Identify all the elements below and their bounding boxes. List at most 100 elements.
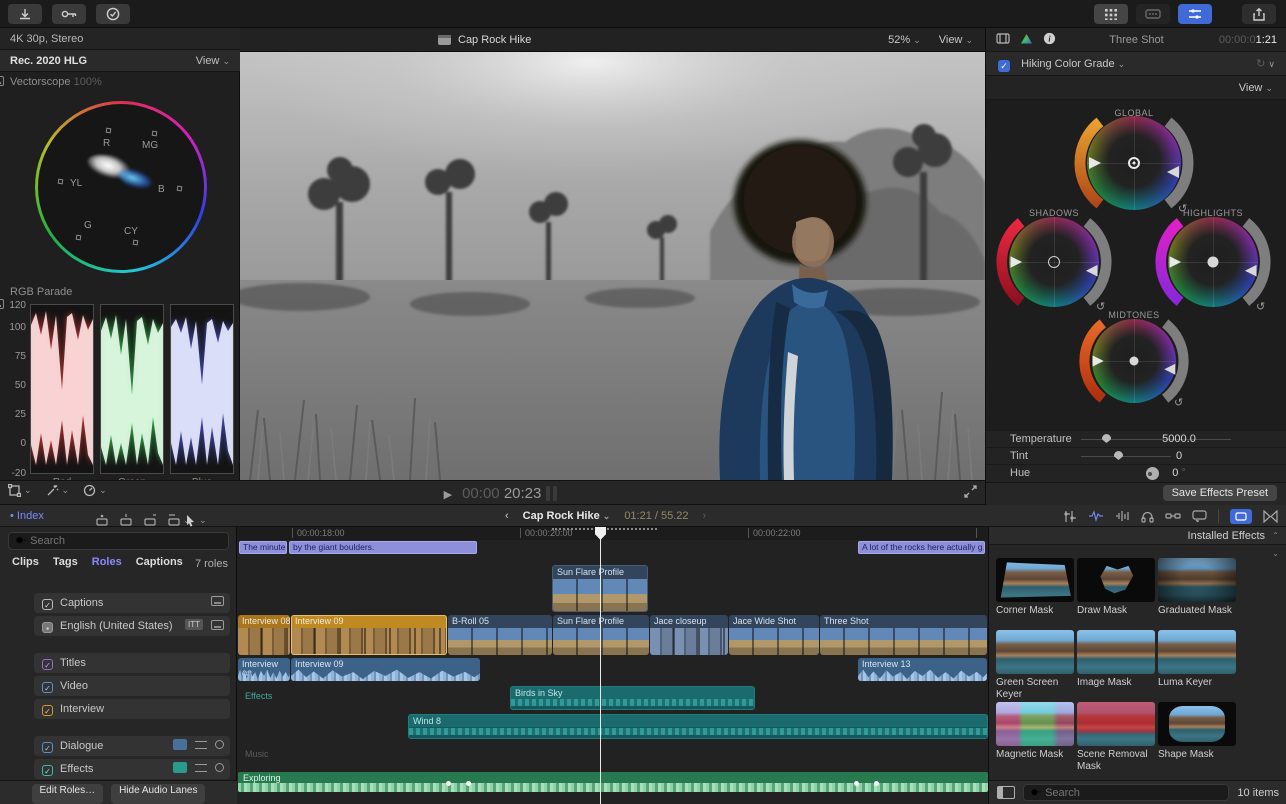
role-row-titles[interactable]: ✓Titles	[34, 653, 230, 673]
keywords-button[interactable]	[52, 4, 86, 24]
caption-clip[interactable]: The minute…	[239, 541, 287, 554]
effects-browser-header[interactable]: Installed Effects⌃⌄	[989, 527, 1286, 545]
midtones-reset-icon[interactable]: ↺	[1174, 396, 1183, 409]
tint-slider-thumb[interactable]	[1114, 451, 1123, 460]
global-color-wheel[interactable]	[1087, 116, 1181, 210]
effects-menu[interactable]: ⌄	[46, 484, 70, 497]
role-row-interview[interactable]: ✓Interview	[34, 699, 230, 719]
shadows-wheel-puck[interactable]	[1048, 256, 1060, 268]
timeline-clip[interactable]: Jace Wide Shot	[729, 615, 819, 655]
audio-meters[interactable]	[546, 486, 557, 501]
solo-waveform-icon[interactable]	[1115, 510, 1130, 522]
transform-menu[interactable]: ⌄	[8, 484, 32, 497]
snapping-icon[interactable]	[1165, 510, 1181, 522]
effect-item[interactable]: Green Screen Keyer	[996, 630, 1078, 701]
headphones-icon[interactable]	[1141, 510, 1154, 523]
video-checkbox[interactable]: ✓	[42, 682, 53, 693]
index-search-field[interactable]	[8, 532, 229, 550]
video-inspector-icon[interactable]	[996, 33, 1010, 44]
list-icon[interactable]	[195, 741, 207, 749]
list-icon[interactable]	[195, 764, 207, 772]
monitor-icon[interactable]	[211, 620, 224, 630]
hide-audio-lanes-button[interactable]: Hide Audio Lanes	[111, 784, 205, 804]
playhead[interactable]	[600, 527, 601, 804]
effects-checkbox[interactable]: ✓	[42, 765, 53, 776]
index-toggle-button[interactable]: • Index	[10, 505, 44, 527]
effect-item[interactable]: Draw Mask	[1077, 558, 1159, 617]
timeline-project-menu[interactable]: Cap Rock Hike ⌄	[523, 505, 611, 527]
scopes-view-menu[interactable]: View ⌄	[196, 50, 230, 72]
video-frame[interactable]	[240, 52, 985, 480]
interview-checkbox[interactable]: ✓	[42, 705, 53, 716]
role-row-dialogue[interactable]: ✓Dialogue	[34, 736, 230, 756]
dialogue-checkbox[interactable]: ✓	[42, 742, 53, 753]
transitions-browser-button[interactable]	[1263, 510, 1278, 523]
role-row-captions[interactable]: ✓Captions	[34, 593, 230, 613]
role-row-english[interactable]: ▪English (United States) ITT	[34, 616, 230, 636]
inspector-button[interactable]	[1178, 4, 1212, 24]
timeline-clip[interactable]: Sun Flare Profile	[553, 615, 649, 655]
previous-project-button[interactable]: ‹	[505, 505, 509, 527]
background-tasks-button[interactable]	[96, 4, 130, 24]
import-button[interactable]	[8, 4, 42, 24]
inspector-view-menu[interactable]: View ⌄	[1239, 76, 1273, 100]
role-row-video[interactable]: ✓Video	[34, 676, 230, 696]
tab-roles[interactable]: Roles	[92, 556, 122, 568]
color-inspector-icon[interactable]	[1020, 33, 1033, 45]
viewer-zoom-menu[interactable]: 52% ⌄	[888, 28, 921, 52]
shadows-color-wheel[interactable]	[1009, 217, 1099, 307]
info-icon[interactable]: i	[1043, 32, 1056, 45]
global-wheel-puck[interactable]	[1128, 157, 1140, 169]
audio-clip[interactable]: Interview 08	[238, 658, 290, 681]
focus-icon[interactable]	[215, 740, 224, 749]
caption-clip[interactable]: A lot of the rocks here actually g…	[858, 541, 985, 554]
tab-captions[interactable]: Captions	[136, 556, 183, 568]
effect-item[interactable]: Scene Removal Mask	[1077, 702, 1159, 773]
music-clip[interactable]: Exploring	[238, 772, 988, 792]
captions-checkbox[interactable]: ✓	[42, 599, 53, 610]
sidebar-toggle-icon[interactable]	[997, 786, 1015, 799]
next-project-button[interactable]: ›	[703, 505, 707, 527]
effect-audio-clip[interactable]: Wind 8	[408, 714, 988, 739]
role-row-effects[interactable]: ✓Effects	[34, 759, 230, 779]
scope-display-icon[interactable]	[0, 76, 4, 86]
index-search-input[interactable]	[30, 535, 222, 547]
tab-clips[interactable]: Clips	[12, 556, 39, 568]
effect-name-menu[interactable]: Hiking Color Grade ⌄	[1021, 58, 1125, 70]
keyframe-dot[interactable]	[466, 781, 471, 786]
temperature-value[interactable]: 5000.0	[1149, 431, 1209, 448]
effect-reset-icon[interactable]: ↻ ∨	[1256, 52, 1275, 76]
effect-item[interactable]: Graduated Mask	[1158, 558, 1240, 617]
timeline-clip-selected[interactable]: Interview 09	[291, 615, 447, 655]
audio-lanes-icon[interactable]	[173, 762, 187, 773]
audio-clip[interactable]: Interview 13	[858, 658, 987, 681]
hue-value[interactable]: 0 °	[1149, 465, 1209, 482]
effects-browser-button[interactable]	[1230, 509, 1252, 524]
keyframe-dot[interactable]	[854, 781, 859, 786]
highlights-color-wheel[interactable]	[1168, 217, 1258, 307]
save-effects-preset-button[interactable]: Save Effects Preset	[1163, 485, 1277, 501]
highlights-reset-icon[interactable]: ↺	[1256, 300, 1265, 313]
midtones-color-wheel[interactable]	[1092, 319, 1176, 403]
insert-clip-icon[interactable]	[119, 513, 133, 527]
connect-clip-icon[interactable]	[95, 513, 109, 527]
share-button[interactable]	[1242, 4, 1276, 24]
play-button[interactable]: ▶	[444, 489, 452, 501]
edit-roles-button[interactable]: Edit Roles…	[32, 784, 104, 804]
browser-button[interactable]	[1094, 4, 1128, 24]
english-checkbox[interactable]: ▪	[42, 622, 53, 633]
keyframe-dot[interactable]	[446, 781, 451, 786]
timeline-clip[interactable]: B-Roll 05	[448, 615, 552, 655]
timeline-clip[interactable]: Interview 08	[238, 615, 290, 655]
effect-enable-checkbox[interactable]: ✓	[998, 60, 1010, 72]
audio-lanes-icon[interactable]	[173, 739, 187, 750]
effect-item[interactable]: Luma Keyer	[1158, 630, 1240, 689]
highlights-wheel-puck[interactable]	[1208, 257, 1219, 268]
effect-item[interactable]: Corner Mask	[996, 558, 1078, 617]
monitor-icon[interactable]	[211, 596, 224, 606]
tint-value[interactable]: 0	[1149, 448, 1209, 465]
tab-tags[interactable]: Tags	[53, 556, 78, 568]
midtones-wheel-puck[interactable]	[1130, 357, 1139, 366]
effects-search-input[interactable]	[1045, 787, 1222, 799]
viewer-view-menu[interactable]: View ⌄	[939, 28, 973, 52]
